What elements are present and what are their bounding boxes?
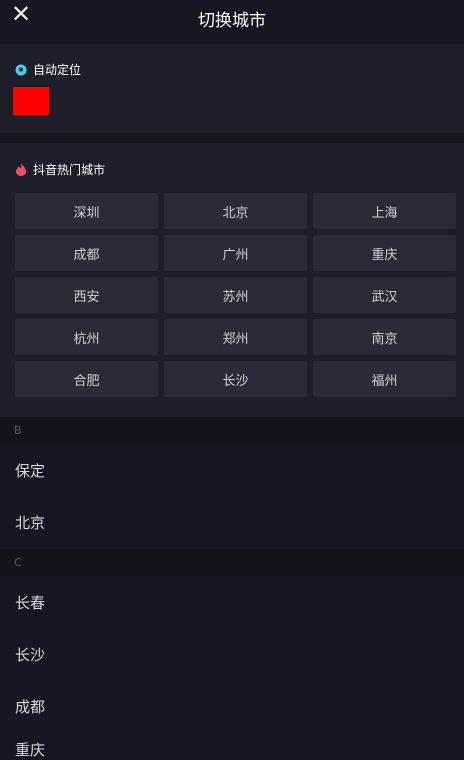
hot-city-button[interactable]: 武汉 bbox=[313, 277, 456, 313]
top-bar: ✕ 切换城市 bbox=[0, 0, 464, 42]
auto-location-section: 自动定位 bbox=[0, 44, 464, 133]
hot-city-button[interactable]: 郑州 bbox=[164, 319, 307, 355]
hot-cities-grid: 深圳 北京 上海 成都 广州 重庆 西安 苏州 武汉 杭州 郑州 南京 合肥 长… bbox=[15, 193, 458, 397]
hot-city-button[interactable]: 合肥 bbox=[15, 361, 158, 397]
hot-cities-section: 抖音热门城市 深圳 北京 上海 成都 广州 重庆 西安 苏州 武汉 杭州 郑州 … bbox=[0, 143, 464, 417]
hot-city-button[interactable]: 长沙 bbox=[164, 361, 307, 397]
hot-city-button[interactable]: 苏州 bbox=[164, 277, 307, 313]
auto-location-label: 自动定位 bbox=[33, 63, 82, 77]
flame-icon bbox=[16, 163, 26, 176]
hot-city-button[interactable]: 深圳 bbox=[15, 193, 158, 229]
location-pin-icon bbox=[15, 64, 27, 75]
hot-city-button[interactable]: 福州 bbox=[313, 361, 456, 397]
index-letter-header: B bbox=[0, 417, 464, 444]
hot-city-button[interactable]: 南京 bbox=[313, 319, 456, 355]
city-list-item[interactable]: 保定 bbox=[0, 444, 464, 496]
city-list-item[interactable]: 成都 bbox=[0, 680, 464, 732]
hot-city-button[interactable]: 西安 bbox=[15, 277, 158, 313]
index-letter-header: C bbox=[0, 549, 464, 576]
hot-city-button[interactable]: 上海 bbox=[313, 193, 456, 229]
hot-cities-label: 抖音热门城市 bbox=[33, 163, 106, 177]
hot-city-button[interactable]: 成都 bbox=[15, 235, 158, 271]
current-location-button[interactable] bbox=[13, 87, 49, 115]
hot-city-button[interactable]: 北京 bbox=[164, 193, 307, 229]
city-list-item[interactable]: 长沙 bbox=[0, 628, 464, 680]
auto-location-header: 自动定位 bbox=[15, 61, 81, 78]
city-list-item[interactable]: 长春 bbox=[0, 576, 464, 628]
hot-city-button[interactable]: 广州 bbox=[164, 235, 307, 271]
hot-cities-header: 抖音热门城市 bbox=[15, 161, 105, 178]
page-title: 切换城市 bbox=[198, 11, 266, 31]
hot-city-button[interactable]: 重庆 bbox=[313, 235, 456, 271]
city-list-item[interactable]: 重庆 bbox=[0, 732, 464, 760]
city-list-item[interactable]: 北京 bbox=[0, 496, 464, 548]
section-divider bbox=[0, 133, 464, 143]
hot-city-button[interactable]: 杭州 bbox=[15, 319, 158, 355]
